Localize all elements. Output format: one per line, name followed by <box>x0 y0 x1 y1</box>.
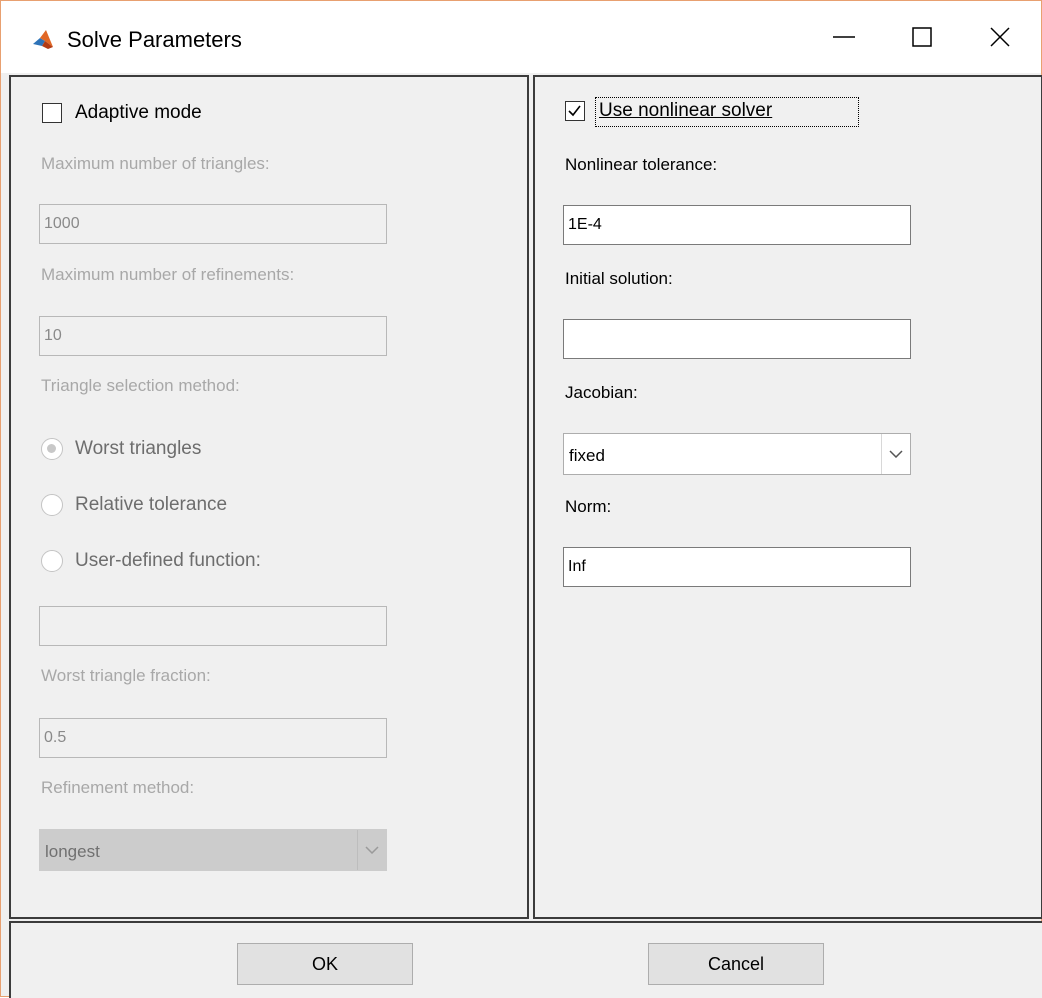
jacobian-select[interactable]: fixed <box>563 433 911 475</box>
button-bar: OK Cancel <box>9 921 1042 998</box>
window-title: Solve Parameters <box>67 27 242 52</box>
max-triangles-input[interactable]: 1000 <box>39 204 387 244</box>
norm-label: Norm: <box>565 497 612 516</box>
worst-fraction-label: Worst triangle fraction: <box>41 666 211 685</box>
close-button[interactable] <box>965 1 1035 73</box>
checkmark-icon <box>568 105 581 117</box>
adaptive-mode-label: Adaptive mode <box>75 102 202 123</box>
triangle-selection-label: Triangle selection method: <box>41 376 240 395</box>
adaptive-mode-checkbox[interactable] <box>42 103 62 123</box>
max-triangles-label: Maximum number of triangles: <box>41 154 270 173</box>
user-defined-function-radio[interactable] <box>41 550 63 572</box>
solve-parameters-dialog: Solve Parameters Adaptive mode Maximum n… <box>0 0 1042 998</box>
worst-fraction-input[interactable]: 0.5 <box>39 718 387 758</box>
relative-tolerance-label: Relative tolerance <box>75 494 228 515</box>
user-function-input[interactable] <box>39 606 387 646</box>
minimize-button[interactable] <box>809 1 879 73</box>
title-bar[interactable]: Solve Parameters <box>1 1 1041 73</box>
maximize-button[interactable] <box>887 1 957 73</box>
nonlinear-settings-panel: Use nonlinear solver Nonlinear tolerance… <box>533 75 1042 919</box>
max-refinements-label: Maximum number of refinements: <box>41 265 295 284</box>
initial-solution-input[interactable] <box>563 319 911 359</box>
relative-tolerance-radio[interactable] <box>41 494 63 516</box>
dropdown-arrow[interactable] <box>881 434 910 474</box>
ok-button[interactable]: OK <box>237 943 413 985</box>
initial-solution-label: Initial solution: <box>565 269 673 288</box>
refinement-method-value: longest <box>45 842 100 861</box>
norm-input[interactable]: Inf <box>563 547 911 587</box>
refinement-method-select[interactable]: longest <box>39 829 387 871</box>
radio-selected-dot <box>47 444 56 453</box>
close-icon <box>990 27 1010 47</box>
jacobian-value: fixed <box>569 446 605 465</box>
dropdown-arrow[interactable] <box>357 830 386 870</box>
adaptive-settings-panel: Adaptive mode Maximum number of triangle… <box>9 75 529 919</box>
chevron-down-icon <box>889 450 903 458</box>
cancel-button[interactable]: Cancel <box>648 943 824 985</box>
worst-triangles-label: Worst triangles <box>75 438 202 459</box>
refinement-method-label: Refinement method: <box>41 778 195 797</box>
minimize-icon <box>833 36 855 38</box>
maximize-icon <box>912 27 932 47</box>
user-defined-function-label: User-defined function: <box>75 550 261 571</box>
chevron-down-icon <box>365 846 379 854</box>
nonlinear-tolerance-label: Nonlinear tolerance: <box>565 155 718 174</box>
nonlinear-solver-label: Use nonlinear solver <box>599 100 773 121</box>
worst-triangles-radio[interactable] <box>41 438 63 460</box>
jacobian-label: Jacobian: <box>565 383 638 402</box>
nonlinear-tolerance-input[interactable]: 1E-4 <box>563 205 911 245</box>
max-refinements-input[interactable]: 10 <box>39 316 387 356</box>
nonlinear-solver-checkbox[interactable] <box>565 101 585 121</box>
matlab-logo-icon <box>31 27 55 51</box>
